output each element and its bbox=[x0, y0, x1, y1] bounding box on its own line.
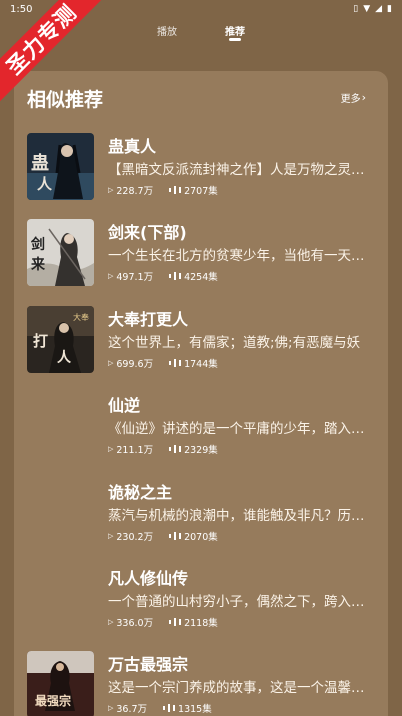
book-meta: ▷ 211.1万 2329集 bbox=[108, 442, 218, 456]
book-desc: 《仙逆》讲述的是一个平庸的少年，踏入修真之路 bbox=[108, 421, 370, 437]
battery-icon: ▮ bbox=[387, 4, 392, 14]
episode-count: 2118集 bbox=[184, 618, 218, 629]
svg-text:剑: 剑 bbox=[30, 236, 45, 253]
list-item[interactable]: 诡秘之主 蒸汽与机械的浪潮中，谁能触及非凡？历史和黑暗 ▷230.2万 2070… bbox=[14, 479, 388, 565]
book-cover: 剑 来 bbox=[27, 219, 94, 286]
svg-text:蛊: 蛊 bbox=[31, 152, 49, 174]
play-count-icon: ▷ bbox=[108, 359, 114, 367]
similar-recommend-panel: 相似推荐 更多 › 蛊 人 蛊真人 【黑暗文反派流封神之作】人是万物之灵，蛊是天… bbox=[14, 71, 388, 716]
book-title: 万古最强宗 bbox=[108, 655, 189, 674]
book-meta: ▷ 228.7万 2707集 bbox=[108, 183, 218, 197]
more-label: 更多 bbox=[340, 94, 361, 105]
list-item[interactable]: 剑 来 剑来(下部) 一个生长在北方的贫寒少年，当他有一天离开家乡 ▷497.1… bbox=[14, 219, 388, 305]
episode-count: 4254集 bbox=[184, 272, 218, 283]
episodes-icon bbox=[169, 186, 182, 194]
book-desc: 一个普通的山村穷小子，偶然之下，跨入到一个江湖 bbox=[108, 594, 370, 610]
list-item[interactable]: 最强宗 万古最强宗 这是一个宗门养成的故事，这是一个温馨的故事 ▷ 36.7万 1… bbox=[14, 651, 388, 716]
svg-text:最强宗: 最强宗 bbox=[35, 693, 71, 708]
svg-text:打: 打 bbox=[33, 332, 48, 350]
episode-count: 2707集 bbox=[184, 186, 218, 197]
chevron-right-icon: › bbox=[361, 91, 366, 104]
status-icons: ▯ ▼ ◢ ▮ bbox=[353, 4, 392, 14]
play-count: 211.1万 bbox=[116, 445, 154, 456]
episode-count: 2329集 bbox=[184, 445, 218, 456]
book-desc: 这个世界上，有儒家；道教;佛;有恶魔与妖 bbox=[108, 335, 361, 351]
play-count: 228.7万 bbox=[116, 186, 154, 197]
episodes-icon bbox=[169, 445, 182, 453]
book-meta: ▷ 699.6万 1744集 bbox=[108, 356, 218, 370]
book-cover: 打 人 大奉 bbox=[27, 306, 94, 373]
book-title: 大奉打更人 bbox=[108, 310, 189, 329]
signal-icon: ◢ bbox=[375, 4, 383, 14]
play-count: 699.6万 bbox=[116, 359, 154, 370]
episode-count: 1315集 bbox=[178, 704, 212, 715]
svg-text:来: 来 bbox=[30, 257, 46, 273]
svg-text:人: 人 bbox=[57, 349, 72, 366]
cover-jian-lai-icon: 剑 来 bbox=[27, 219, 94, 286]
tab-play[interactable]: 播放 bbox=[157, 20, 177, 48]
list-item[interactable]: 蛊 人 蛊真人 【黑暗文反派流封神之作】人是万物之灵，蛊是天地真精。三观不正，魔… bbox=[14, 133, 388, 219]
episodes-icon bbox=[169, 272, 182, 280]
episodes-icon bbox=[169, 618, 182, 626]
book-meta: ▷ 497.1万 4254集 bbox=[108, 269, 218, 283]
episodes-icon bbox=[169, 532, 182, 540]
tab-recommend[interactable]: 推荐 bbox=[225, 20, 245, 48]
book-cover: 蛊 人 bbox=[27, 133, 94, 200]
play-count: 36.7万 bbox=[116, 704, 148, 715]
svg-text:人: 人 bbox=[37, 175, 53, 193]
play-count: 336.0万 bbox=[116, 618, 154, 629]
vibrate-icon: ▯ bbox=[353, 4, 359, 14]
episode-count: 2070集 bbox=[184, 532, 218, 543]
list-item[interactable]: 打 人 大奉 大奉打更人 这个世界上，有儒家；道教;佛;有恶魔与妖 ▷ 699.6… bbox=[14, 306, 388, 392]
more-button[interactable]: 更多 › bbox=[341, 90, 366, 105]
play-count: 230.2万 bbox=[116, 532, 154, 543]
list-item[interactable]: 仙逆 《仙逆》讲述的是一个平庸的少年，踏入修真之路 ▷211.1万 2329集 bbox=[14, 392, 388, 478]
watermark-text: 圣力专测 bbox=[0, 0, 110, 110]
book-meta: ▷ 36.7万 1315集 bbox=[108, 701, 212, 715]
book-desc: 【黑暗文反派流封神之作】人是万物之灵，蛊是天地真精。三观不正，魔头重生。 bbox=[108, 162, 370, 178]
book-desc: 这是一个宗门养成的故事，这是一个温馨的故事 bbox=[108, 680, 370, 696]
svg-text:大奉: 大奉 bbox=[73, 312, 89, 322]
play-count-icon: ▷ bbox=[108, 704, 114, 712]
book-meta: ▷ 230.2万 2070集 bbox=[108, 529, 218, 543]
play-count: 497.1万 bbox=[116, 272, 154, 283]
book-title: 诡秘之主 bbox=[108, 483, 173, 502]
episodes-icon bbox=[163, 704, 176, 712]
cover-da-feng-icon: 打 人 大奉 bbox=[27, 306, 94, 373]
book-title: 仙逆 bbox=[108, 396, 141, 415]
book-title: 凡人修仙传 bbox=[108, 569, 189, 588]
list-item[interactable]: 凡人修仙传 一个普通的山村穷小子，偶然之下，跨入到一个江湖 ▷336.0万 21… bbox=[14, 565, 388, 651]
play-count-icon: ▷ bbox=[108, 445, 114, 453]
book-cover: 最强宗 bbox=[27, 651, 94, 716]
watermark-ribbon: 圣力专测 bbox=[0, 0, 110, 110]
cover-wan-gu-icon: 最强宗 bbox=[27, 651, 94, 716]
book-desc: 一个生长在北方的贫寒少年，当他有一天离开家乡 bbox=[108, 248, 370, 264]
play-count-icon: ▷ bbox=[108, 532, 114, 540]
book-title: 剑来(下部) bbox=[108, 223, 187, 242]
play-count-icon: ▷ bbox=[108, 618, 114, 626]
wifi-icon: ▼ bbox=[363, 4, 371, 14]
episodes-icon bbox=[169, 359, 182, 367]
book-meta: ▷ 336.0万 2118集 bbox=[108, 615, 218, 629]
cover-gu-zhen-ren-icon: 蛊 人 bbox=[27, 133, 94, 200]
play-count-icon: ▷ bbox=[108, 272, 114, 280]
play-count-icon: ▷ bbox=[108, 186, 114, 194]
episode-count: 1744集 bbox=[184, 359, 218, 370]
book-desc: 蒸汽与机械的浪潮中，谁能触及非凡？历史和黑暗 bbox=[108, 508, 370, 524]
book-title: 蛊真人 bbox=[108, 137, 157, 156]
